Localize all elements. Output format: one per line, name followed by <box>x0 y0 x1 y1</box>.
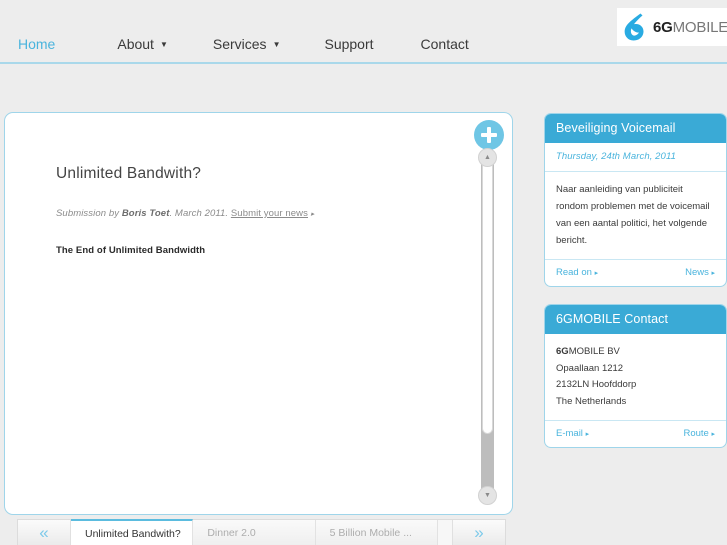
tab-unlimited-bandwith[interactable]: Unlimited Bandwith? <box>71 519 194 545</box>
caret-up-icon: ▲ <box>484 154 491 161</box>
nav-item-services-label: Services <box>212 36 267 52</box>
scroll-up-button[interactable]: ▲ <box>478 148 497 167</box>
nav-item-about[interactable]: About ▼ <box>117 36 168 52</box>
double-chevron-right-icon: » <box>474 522 484 542</box>
scroll-down-button[interactable]: ▼ <box>478 486 497 505</box>
address-company-bold: 6G <box>556 346 569 357</box>
widget-voicemail-links: Read on ▸ News ▸ <box>545 260 726 286</box>
logo-text-light: MOBILE <box>672 18 727 36</box>
widget-contact-links: E-mail ▸ Route ▸ <box>545 421 726 447</box>
arrow-right-icon: ▸ <box>594 270 599 277</box>
main-content-panel: Unlimited Bandwith? Submission by Boris … <box>4 112 513 515</box>
route-link[interactable]: Route ▸ <box>683 428 715 439</box>
chevron-down-icon: ▼ <box>159 40 168 49</box>
article-subheading: The End of Unlimited Bandwidth <box>56 245 206 256</box>
widget-voicemail-body: Naar aanleiding van publiciteit rondom p… <box>545 172 726 260</box>
add-button[interactable] <box>474 120 504 150</box>
article-author: Boris Toet <box>121 208 170 219</box>
tab-5-billion-mobile[interactable]: 5 Billion Mobile ... <box>315 520 438 545</box>
nav-item-services[interactable]: Services ▼ <box>213 36 281 52</box>
sidebar: Beveiliging Voicemail Thursday, 24th Mar… <box>544 113 727 465</box>
article-title: Unlimited Bandwith? <box>56 165 202 182</box>
widget-contact-address: 6GMOBILE BV Opaallaan 1212 2132LN Hoofdd… <box>545 334 726 421</box>
tab-previous-button[interactable]: « <box>18 520 71 545</box>
address-line-company: 6GMOBILE BV <box>556 344 715 361</box>
logo-text-bold: 6G <box>653 18 673 36</box>
logo-wordmark: 6GMOBILE <box>653 19 727 36</box>
scrollbar-thumb[interactable] <box>482 157 493 434</box>
route-label: Route <box>683 428 709 439</box>
address-line-country: The Netherlands <box>556 395 627 407</box>
article-meta: Submission by Boris Toet. March 2011. Su… <box>56 208 446 219</box>
address-line-city: 2132LN Hoofddorp <box>556 379 637 390</box>
tab-label: Unlimited Bandwith? <box>85 527 181 540</box>
tab-label: Dinner 2.0 <box>207 526 256 539</box>
tab-dinner-20[interactable]: Dinner 2.0 <box>193 520 316 545</box>
nav-item-contact-label: Contact <box>420 36 469 52</box>
news-link[interactable]: News ▸ <box>685 267 715 278</box>
read-on-link[interactable]: Read on ▸ <box>556 267 598 278</box>
widget-voicemail-date: Thursday, 24th March, 2011 <box>545 143 726 172</box>
widget-voicemail: Beveiliging Voicemail Thursday, 24th Mar… <box>544 113 727 287</box>
news-label: News <box>685 267 709 278</box>
submit-news-link[interactable]: Submit your news <box>231 208 308 219</box>
email-link[interactable]: E-mail ▸ <box>556 428 589 439</box>
submit-news-label: Submit your news <box>230 208 308 219</box>
site-logo[interactable]: 6GMOBILE <box>617 8 727 46</box>
widget-contact: 6GMOBILE Contact 6GMOBILE BV Opaallaan 1… <box>544 304 727 448</box>
main-navigation: Home About ▼ Services ▼ Support Contact <box>18 36 469 52</box>
nav-item-contact[interactable]: Contact <box>421 36 469 52</box>
double-chevron-left-icon: « <box>39 522 49 542</box>
arrow-right-icon: ▸ <box>711 270 715 277</box>
address-line-street: Opaallaan 1212 <box>556 362 624 374</box>
chevron-down-icon: ▼ <box>272 40 281 49</box>
6gmobile-logo-icon <box>624 13 644 41</box>
read-on-label: Read on <box>556 267 592 278</box>
nav-item-support[interactable]: Support <box>324 36 373 52</box>
nav-item-home[interactable]: Home <box>18 36 55 52</box>
nav-item-home-label: Home <box>18 36 56 52</box>
article: Unlimited Bandwith? Submission by Boris … <box>56 165 446 256</box>
caret-down-icon: ▼ <box>484 492 491 499</box>
email-label: E-mail <box>556 428 583 439</box>
nav-item-about-label: About <box>117 36 154 52</box>
site-header: Home About ▼ Services ▼ Support Contact … <box>0 0 727 64</box>
article-meta-prefix: Submission by <box>56 208 122 219</box>
plus-icon-vertical <box>487 127 491 143</box>
article-tabbar: « Unlimited Bandwith? Dinner 2.0 5 Billi… <box>17 519 506 545</box>
widget-contact-title: 6GMOBILE Contact <box>545 305 726 334</box>
content-scrollbar[interactable]: ▲ ▼ <box>478 148 497 505</box>
address-company-rest: MOBILE BV <box>568 346 620 357</box>
tab-label: 5 Billion Mobile ... <box>329 526 412 539</box>
arrow-right-icon: ▸ <box>310 211 315 218</box>
nav-item-support-label: Support <box>324 36 374 52</box>
article-meta-date: . March 2011. <box>169 208 231 219</box>
widget-voicemail-title: Beveiliging Voicemail <box>545 114 726 143</box>
arrow-right-icon: ▸ <box>585 431 590 438</box>
tab-next-button[interactable]: » <box>451 520 505 545</box>
scrollbar-track[interactable] <box>481 156 494 497</box>
arrow-right-icon: ▸ <box>711 431 715 438</box>
tab-spacer <box>437 520 452 545</box>
